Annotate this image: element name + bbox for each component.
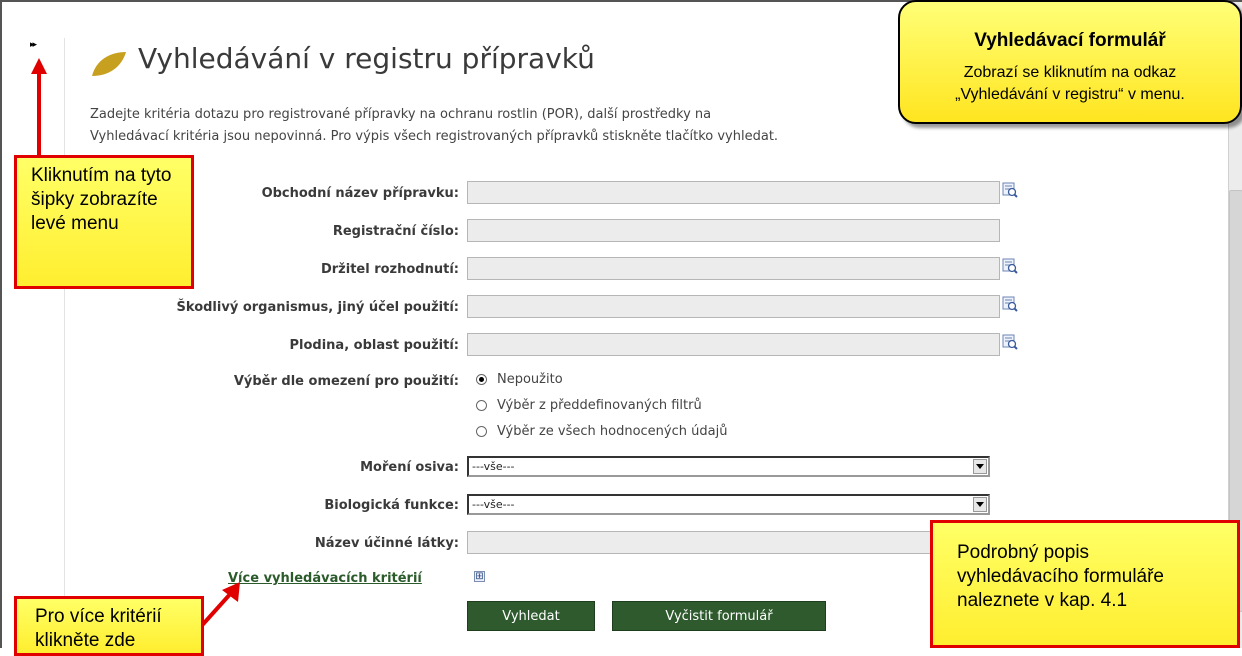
pest-input[interactable] bbox=[467, 295, 1000, 318]
seed-treatment-label: Moření osiva: bbox=[360, 460, 459, 475]
lookup-search-icon[interactable] bbox=[1002, 296, 1018, 312]
search-button[interactable]: Vyhledat bbox=[467, 601, 595, 631]
callout-detail: Podrobný popis vyhledávacího formuláře n… bbox=[930, 520, 1240, 648]
radio-label: Výběr z předdefinovaných filtrů bbox=[497, 398, 702, 413]
intro-text: Zadejte kritéria dotazu pro registrované… bbox=[90, 104, 990, 148]
radio-unchecked[interactable] bbox=[476, 400, 487, 411]
active-substance-input[interactable] bbox=[467, 531, 1000, 554]
callout-search-form: Vyhledávací formulář Zobrazí se kliknutí… bbox=[898, 0, 1242, 124]
intro-line-2: Vyhledávací kritéria jsou nepovinná. Pro… bbox=[90, 129, 779, 144]
callout-body: Zobrazí se kliknutím na odkaz „Vyhledává… bbox=[900, 62, 1240, 106]
pest-label: Škodlivý organismus, jiný účel použití: bbox=[176, 300, 459, 315]
registration-number-input[interactable] bbox=[467, 219, 1000, 242]
leaf-icon bbox=[92, 52, 126, 76]
radio-all-data[interactable]: Výběr ze všech hodnocených údajů bbox=[476, 424, 727, 439]
bio-function-select[interactable]: ---vše--- bbox=[467, 494, 990, 515]
holder-input[interactable] bbox=[467, 257, 1000, 280]
radio-not-used[interactable]: Nepoužito bbox=[476, 372, 563, 387]
chevron-down-icon[interactable] bbox=[973, 497, 987, 512]
callout-title: Vyhledávací formulář bbox=[974, 30, 1166, 51]
seed-treatment-select[interactable]: ---vše--- bbox=[467, 456, 990, 477]
clear-form-button[interactable]: Vyčistit formulář bbox=[612, 601, 826, 631]
radio-unchecked[interactable] bbox=[476, 426, 487, 437]
product-name-input[interactable] bbox=[467, 181, 1000, 204]
lookup-search-icon[interactable] bbox=[1002, 258, 1018, 274]
callout-more-criteria: Pro více kritérií klikněte zde bbox=[14, 596, 204, 656]
crop-label: Plodina, oblast použití: bbox=[289, 338, 460, 353]
seed-treatment-value: ---vše--- bbox=[472, 460, 515, 473]
expand-menu-arrows-icon[interactable]: ▸▸ bbox=[30, 40, 37, 50]
crop-input[interactable] bbox=[467, 333, 1000, 356]
radio-checked[interactable] bbox=[476, 374, 487, 385]
bio-function-label: Biologická funkce: bbox=[324, 498, 459, 513]
radio-label: Nepoužito bbox=[497, 372, 563, 387]
active-substance-label: Název účinné látky: bbox=[314, 536, 459, 551]
bio-function-value: ---vše--- bbox=[472, 498, 515, 511]
intro-line-1: Zadejte kritéria dotazu pro registrované… bbox=[90, 107, 712, 122]
page-title: Vyhledávání v registru přípravků bbox=[138, 42, 595, 75]
callout-line-2: „Vyhledávání v registru“ v menu. bbox=[955, 86, 1185, 103]
radio-label: Výběr ze všech hodnocených údajů bbox=[497, 424, 728, 439]
callout-left-menu: Kliknutím na tyto šipky zobrazíte levé m… bbox=[14, 155, 194, 289]
callout-arrow-head bbox=[31, 58, 47, 74]
restriction-label: Výběr dle omezení pro použití: bbox=[233, 374, 459, 389]
expand-plus-icon[interactable]: ⊞ bbox=[474, 571, 485, 582]
callout-arrow-line bbox=[37, 74, 41, 156]
lookup-search-icon[interactable] bbox=[1002, 182, 1018, 198]
lookup-search-icon[interactable] bbox=[1002, 334, 1018, 350]
callout-line-1: Zobrazí se kliknutím na odkaz bbox=[963, 64, 1177, 81]
chevron-down-icon[interactable] bbox=[973, 459, 987, 474]
more-criteria-link[interactable]: Více vyhledávacích kritérií bbox=[228, 571, 422, 586]
radio-predefined-filters[interactable]: Výběr z předdefinovaných filtrů bbox=[476, 398, 702, 413]
